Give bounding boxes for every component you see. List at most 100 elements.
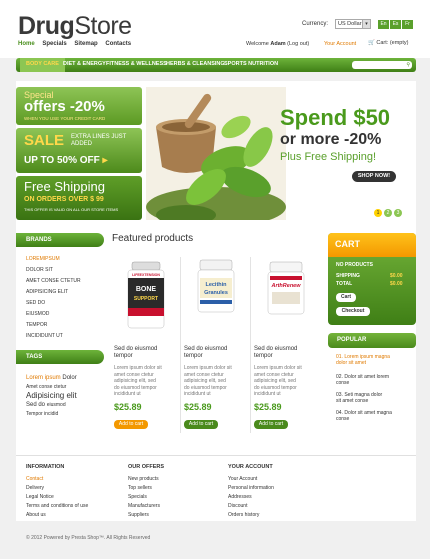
popular-header: POPULAR	[328, 333, 416, 348]
search-icon[interactable]: ⚲	[406, 62, 410, 68]
arrow-right-icon: ▸	[102, 155, 108, 166]
product-price: $25.89	[254, 402, 282, 412]
footer-link[interactable]: Delivery	[26, 485, 44, 491]
brands-header: BRANDS	[16, 233, 104, 247]
nav-specials[interactable]: Specials	[42, 41, 66, 47]
desc-line: amet conse ctetur	[114, 371, 154, 378]
add-to-cart-button[interactable]: Add to cart	[184, 420, 218, 429]
desc-line: amet conse ctetur	[254, 371, 294, 378]
menu-diet-energy[interactable]: DIET & ENERGY	[63, 61, 106, 67]
slider-page-1[interactable]: 1	[374, 209, 382, 217]
cart-header: CART	[328, 233, 416, 257]
herbs-image	[146, 87, 286, 220]
slider-page-3[interactable]: 3	[394, 209, 402, 217]
lang-en[interactable]: En	[378, 20, 389, 29]
divider	[180, 257, 181, 433]
footer-link[interactable]: Legal Notice	[26, 494, 54, 500]
logo-part2: Store	[74, 12, 132, 40]
lang-fr[interactable]: Fr	[402, 20, 413, 29]
product-name[interactable]: Sed do eiusmod tempor	[254, 346, 297, 360]
nav-contacts[interactable]: Contacts	[105, 41, 131, 47]
tag-item[interactable]: Sed do	[26, 402, 45, 408]
special-offers-banner[interactable]: Special offers -20% WHEN YOU USE YOUR CR…	[16, 87, 142, 125]
cart-button[interactable]: Cart	[336, 293, 356, 302]
brand-item[interactable]: AMET CONSE CTETUR	[26, 278, 81, 284]
product-image[interactable]: LIFEEXTENSION BONE SUPPORT	[118, 256, 174, 336]
shop-now-button[interactable]: SHOP NOW!	[352, 171, 396, 182]
popular-item[interactable]: 02. Dolor sit amet lorem conse	[336, 374, 414, 386]
brand-item[interactable]: EIUSMOD	[26, 311, 49, 317]
brand-item[interactable]: ADIPISICING ELIT	[26, 289, 68, 295]
brand-item[interactable]: LOREMIPSUM	[26, 256, 60, 262]
footer-link[interactable]: About us	[26, 512, 46, 518]
product-image[interactable]: Lecithin Granules	[188, 256, 244, 336]
currency-select[interactable]: US Dollar ▾	[335, 19, 371, 29]
shipping-label: SHIPPING	[336, 273, 360, 279]
copyright: © 2012 Powered by Presta Shop™. All Righ…	[26, 535, 151, 541]
footer-link[interactable]: Personal information	[228, 485, 274, 491]
footer-link[interactable]: Discount	[228, 503, 247, 509]
lang-es[interactable]: Es	[390, 20, 401, 29]
footer-link[interactable]: Suppliers	[128, 512, 149, 518]
tag-item[interactable]: Adipisicing elit	[26, 391, 77, 400]
popular-item[interactable]: 01. Lorem ipsum magna dolor sit amet	[336, 354, 414, 366]
footer-link[interactable]: Addresses	[228, 494, 252, 500]
footer-link[interactable]: Contact	[26, 476, 43, 482]
footer-link[interactable]: Top sellers	[128, 485, 152, 491]
product-label: SUPPORT	[134, 296, 158, 302]
add-to-cart-button[interactable]: Add to cart	[114, 420, 148, 429]
currency-value: US Dollar	[338, 21, 362, 27]
footer-link[interactable]: New products	[128, 476, 159, 482]
product-name-line: tempor	[184, 353, 203, 359]
checkout-button[interactable]: Checkout	[336, 307, 370, 316]
popular-item[interactable]: 04. Dolor sit amet magna conse	[336, 410, 414, 422]
product-image[interactable]: ArthRenew	[258, 256, 314, 336]
tag-item[interactable]: Amet conse ctetur	[26, 384, 66, 390]
menu-sports-nutrition[interactable]: SPORTS NUTRITION	[224, 61, 278, 67]
cart-icon: 🛒	[368, 40, 375, 46]
hero-banner[interactable]: Spend $50 or more -20% Plus Free Shippin…	[146, 87, 416, 220]
logo[interactable]: DrugStore	[18, 12, 132, 41]
tag-item[interactable]: Dolor	[62, 375, 76, 381]
product-name-line: tempor	[254, 353, 273, 359]
brand-item[interactable]: SED DO	[26, 300, 45, 306]
brand-item[interactable]: INCIDIDUNT UT	[26, 333, 63, 339]
footer-link[interactable]: Manufacturers	[128, 503, 160, 509]
desc-line: amet conse ctetur	[184, 371, 224, 378]
footer-link[interactable]: Orders history	[228, 512, 259, 518]
popular-item[interactable]: 03. Seti magna dolor sit amet conse	[336, 392, 414, 404]
product-label: Lecithin	[205, 282, 227, 288]
footer-link[interactable]: Specials	[128, 494, 147, 500]
tag-item[interactable]: eiusmod	[47, 402, 66, 408]
your-account-link[interactable]: Your Account	[324, 41, 356, 47]
brand-item[interactable]: DOLOR SIT	[26, 267, 53, 273]
logout-link[interactable]: (Log out)	[287, 41, 309, 47]
desc-line: Lorem ipsum dolor sit	[254, 365, 302, 371]
divider	[250, 257, 251, 433]
slider-page-2[interactable]: 2	[384, 209, 392, 217]
footer-link[interactable]: Your Account	[228, 476, 257, 482]
cart-link[interactable]: 🛒 Cart: (empty)	[368, 40, 408, 46]
banner-shipping: Plus Free Shipping!	[280, 151, 376, 163]
footer-offers-title: OUR OFFERS	[128, 464, 165, 470]
menu-herbs-cleansing[interactable]: HERBS & CLEANSING	[166, 61, 225, 67]
free-shipping-banner[interactable]: Free Shipping ON ORDERS OVER $ 99 THIS O…	[16, 176, 142, 220]
logo-part1: Drug	[18, 12, 75, 40]
footer-link[interactable]: Terms and conditions of use	[26, 503, 88, 509]
menu-fitness-wellness[interactable]: FITNESS & WELLNESS	[106, 61, 167, 67]
menu-body-care[interactable]: BODY CARE	[20, 58, 65, 72]
nav-home[interactable]: Home	[18, 41, 35, 47]
nav-sitemap[interactable]: Sitemap	[74, 41, 97, 47]
product-name[interactable]: Sed do eiusmod tempor	[184, 346, 227, 360]
add-to-cart-button[interactable]: Add to cart	[254, 420, 288, 429]
sale-banner[interactable]: SALE EXTRA LINES JUST ADDED UP TO 50% OF…	[16, 128, 142, 173]
search-input[interactable]: ⚲	[352, 61, 412, 69]
desc-line: Lorem ipsum dolor sit	[184, 365, 232, 371]
promo-orders: ON ORDERS OVER $ 99	[24, 196, 104, 203]
tag-item[interactable]: Lorem ipsum	[26, 375, 61, 381]
product-description: Lorem ipsum dolor sit amet conse ctetur ad…	[254, 365, 302, 398]
brand-item[interactable]: TEMPOR	[26, 322, 47, 328]
tag-item[interactable]: Tempor incidid	[26, 411, 58, 417]
product-description: Lorem ipsum dolor sit amet conse ctetur ad…	[114, 365, 162, 398]
product-name[interactable]: Sed do eiusmod tempor	[114, 346, 157, 360]
